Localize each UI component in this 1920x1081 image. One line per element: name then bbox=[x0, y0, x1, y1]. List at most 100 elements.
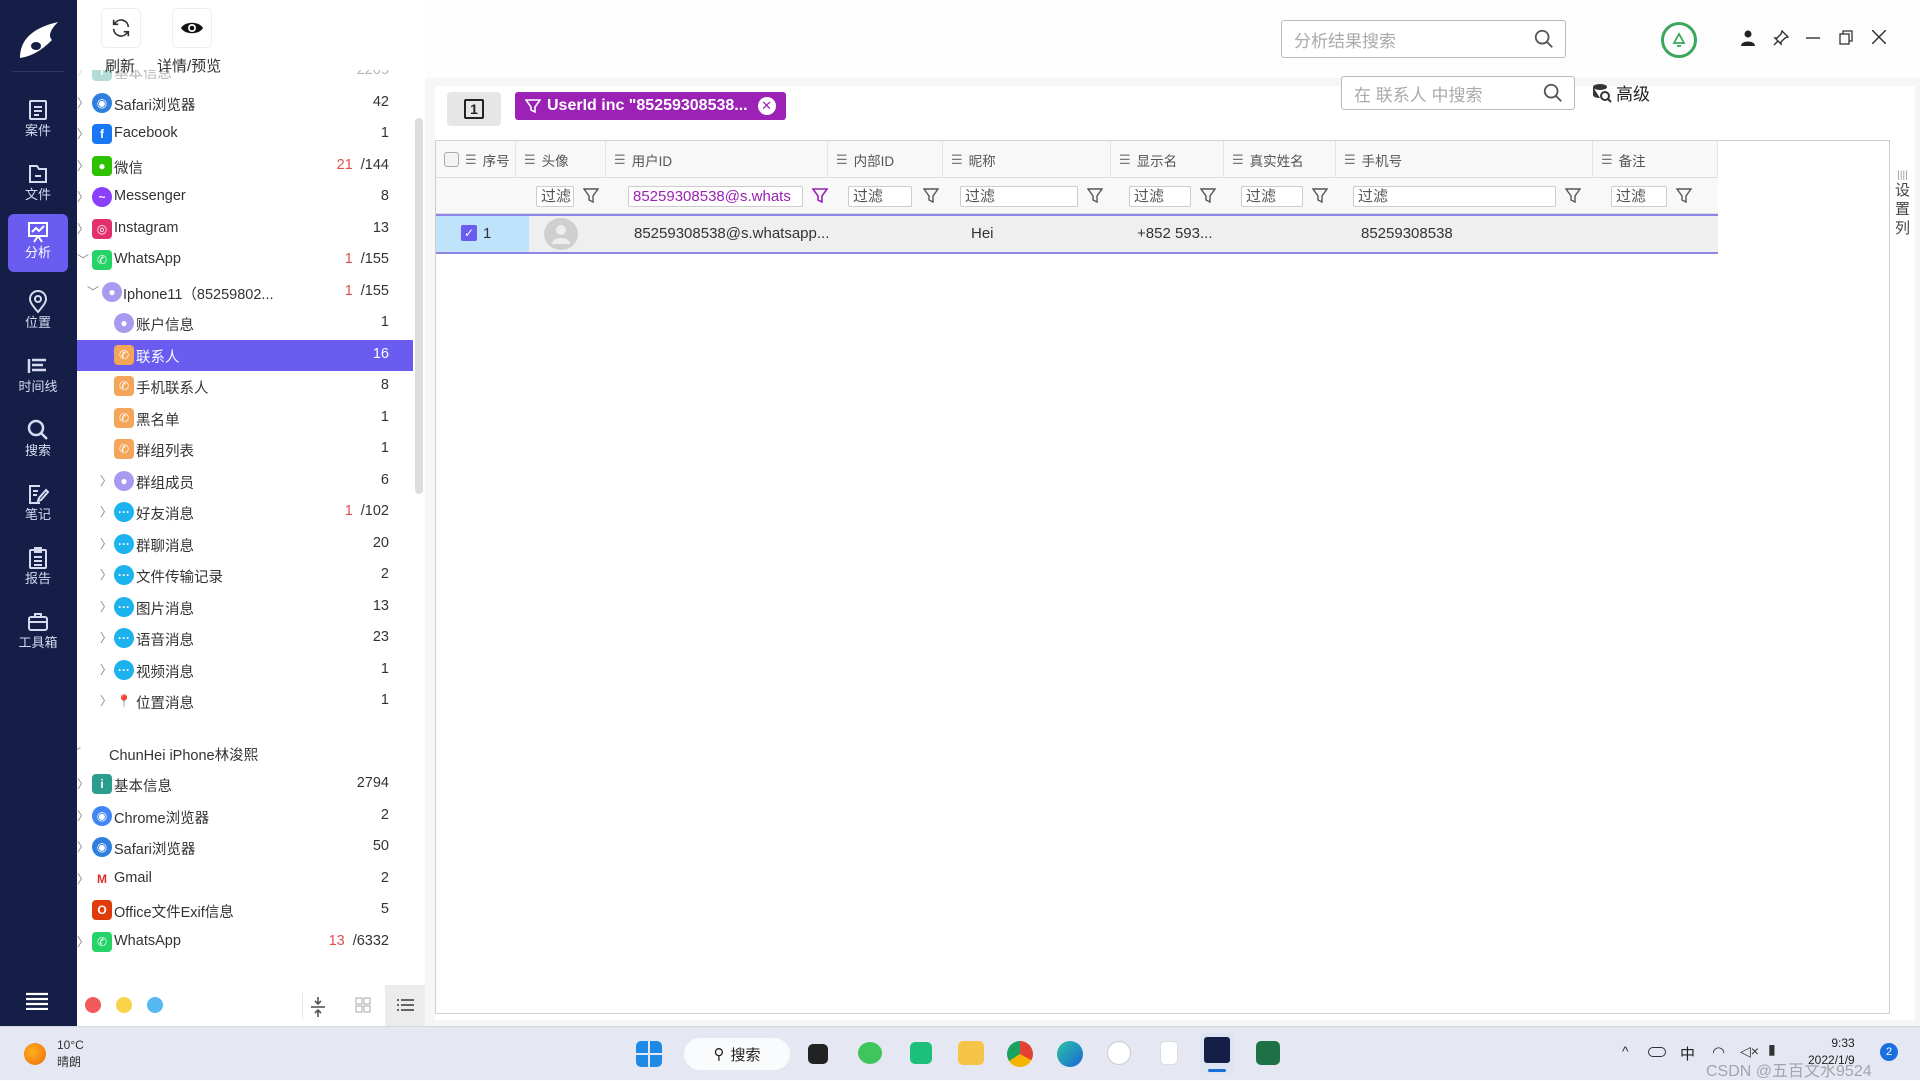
chevron-right-icon[interactable]: 〉 bbox=[100, 566, 112, 582]
chevron-right-icon[interactable]: 〉 bbox=[77, 157, 89, 173]
task-view-icon[interactable] bbox=[808, 1044, 828, 1064]
detail-preview-button[interactable] bbox=[172, 8, 212, 48]
pin-icon[interactable] bbox=[1773, 30, 1789, 46]
tree-item[interactable]: 〉 f Facebook 1 bbox=[77, 119, 413, 150]
tree-item[interactable]: ✆ 黑名单 1 bbox=[77, 403, 413, 434]
onedrive-icon[interactable] bbox=[1648, 1047, 1666, 1057]
chevron-right-icon[interactable]: 〉 bbox=[77, 933, 89, 949]
chevron-right-icon[interactable]: 〉 bbox=[77, 94, 89, 110]
nav-notes[interactable]: 笔记 bbox=[8, 476, 68, 536]
list-view-button[interactable] bbox=[385, 985, 425, 1026]
chevron-down-icon[interactable]: ﹀ bbox=[87, 283, 99, 299]
tree-item[interactable]: 〉 ◉ Chrome浏览器 2 bbox=[77, 801, 413, 832]
column-header-index[interactable]: ☰ 序号 bbox=[436, 141, 516, 178]
excel-taskbar-icon[interactable] bbox=[1256, 1041, 1280, 1065]
user-icon[interactable] bbox=[1741, 30, 1755, 46]
close-icon[interactable] bbox=[1872, 30, 1886, 44]
filter-icon[interactable] bbox=[1200, 187, 1216, 205]
display-name-filter-input[interactable]: 过滤 bbox=[1129, 186, 1191, 207]
tree-item[interactable]: 〉 ◉ Safari浏览器 50 bbox=[77, 832, 413, 863]
chevron-right-icon[interactable]: 〉 bbox=[77, 70, 89, 78]
power-icon[interactable]: ▮ bbox=[1768, 1041, 1776, 1058]
ime-indicator[interactable]: 中 bbox=[1680, 1043, 1695, 1064]
tree-item[interactable]: 〉 ✆ WhatsApp 13/6332 bbox=[77, 927, 413, 958]
nav-location[interactable]: 位置 bbox=[8, 284, 68, 344]
windows-start-icon[interactable] bbox=[636, 1041, 662, 1067]
tree-item[interactable]: 〉 ··· 视频消息 1 bbox=[77, 655, 413, 686]
active-filter-tag[interactable]: UserId inc "85259308538... ✕ bbox=[515, 92, 786, 120]
tree-item[interactable]: 〉 ··· 语音消息 23 bbox=[77, 623, 413, 654]
tree-item[interactable]: 〉 ◉ Safari浏览器 42 bbox=[77, 88, 413, 119]
chevron-right-icon[interactable]: 〉 bbox=[100, 598, 112, 614]
chevron-right-icon[interactable]: 〉 bbox=[77, 188, 89, 204]
select-all-checkbox[interactable] bbox=[444, 152, 459, 167]
yellow-dot[interactable] bbox=[116, 997, 132, 1013]
filter-icon[interactable] bbox=[583, 187, 599, 205]
restore-icon[interactable] bbox=[1839, 30, 1853, 45]
filter-icon[interactable] bbox=[1312, 187, 1328, 205]
wechat-taskbar-icon[interactable] bbox=[858, 1042, 882, 1064]
column-header-real-name[interactable]: ☰ 真实姓名 bbox=[1224, 141, 1336, 178]
tree-item[interactable]: ﹀ ✆ WhatsApp 1/155 bbox=[77, 245, 413, 276]
tree-item[interactable]: ✆ 手机联系人 8 bbox=[77, 371, 413, 402]
notification-badge[interactable]: 2 bbox=[1880, 1043, 1898, 1061]
filter-icon[interactable] bbox=[1565, 187, 1581, 205]
chevron-right-icon[interactable]: 〉 bbox=[100, 629, 112, 645]
tree-item[interactable]: 〉 ··· 好友消息 1/102 bbox=[77, 497, 413, 528]
red-dot[interactable] bbox=[85, 997, 101, 1013]
chevron-right-icon[interactable]: 〉 bbox=[100, 535, 112, 551]
taskbar-search-button[interactable]: ⚲ 搜索 bbox=[684, 1038, 790, 1070]
minimize-icon[interactable] bbox=[1806, 37, 1820, 39]
filter-icon-active[interactable] bbox=[812, 187, 828, 205]
tree-item[interactable]: 〉 i 基本信息 2794 bbox=[77, 769, 413, 800]
column-header-userid[interactable]: ☰ 用户ID bbox=[606, 141, 828, 178]
column-header-phone[interactable]: ☰ 手机号 bbox=[1336, 141, 1593, 178]
nav-case[interactable]: 案件 bbox=[8, 92, 68, 152]
device-node[interactable]: ﹀ ChunHei iPhone林浚熙 bbox=[77, 738, 413, 769]
column-header-note[interactable]: ☰ 备注 bbox=[1593, 141, 1718, 178]
chevron-right-icon[interactable]: 〉 bbox=[77, 807, 89, 823]
weather-widget[interactable]: 10°C 晴朗 bbox=[57, 1037, 84, 1071]
avatar-filter-input[interactable]: 过滤 bbox=[536, 186, 574, 207]
userid-filter-input[interactable]: 85259308538@s.whats bbox=[628, 186, 803, 207]
filter-icon[interactable] bbox=[1676, 187, 1692, 205]
chevron-right-icon[interactable]: 〉 bbox=[77, 838, 89, 854]
tree-scrollbar[interactable] bbox=[415, 118, 423, 494]
remove-filter-icon[interactable]: ✕ bbox=[757, 97, 776, 115]
nav-analysis[interactable]: 分析 bbox=[8, 214, 68, 272]
nav-file[interactable]: 文件 bbox=[8, 156, 68, 216]
nav-search[interactable]: 搜索 bbox=[8, 412, 68, 472]
grid-view-icon[interactable] bbox=[355, 997, 371, 1013]
weather-icon[interactable] bbox=[24, 1043, 46, 1065]
collapse-all-icon[interactable] bbox=[310, 997, 326, 1017]
phone-filter-input[interactable]: 过滤 bbox=[1353, 186, 1556, 207]
tree-item[interactable]: 〉 ··· 群聊消息 20 bbox=[77, 529, 413, 560]
tree-item[interactable]: 〉 ◎ Instagram 13 bbox=[77, 214, 413, 245]
column-header-avatar[interactable]: ☰ 头像 bbox=[516, 141, 606, 178]
tree-item[interactable]: 〉 ● 微信 21/144 bbox=[77, 151, 413, 182]
column-header-internal-id[interactable]: ☰ 内部ID bbox=[828, 141, 943, 178]
forensics-app-taskbar-button[interactable] bbox=[1200, 1033, 1234, 1073]
nav-toolbox[interactable]: 工具箱 bbox=[8, 604, 68, 664]
filter-icon[interactable] bbox=[923, 187, 939, 205]
advanced-search-button[interactable]: 高级 bbox=[1592, 80, 1650, 105]
chevron-right-icon[interactable]: 〉 bbox=[100, 503, 112, 519]
tree-item[interactable]: O Office文件Exif信息 5 bbox=[77, 895, 413, 926]
nav-report[interactable]: 报告 bbox=[8, 540, 68, 600]
chevron-right-icon[interactable]: 〉 bbox=[77, 125, 89, 141]
blue-dot[interactable] bbox=[147, 997, 163, 1013]
table-row[interactable]: ✓ 1 85259308538@s.whatsapp... Hei +852 5… bbox=[436, 214, 1718, 254]
tree-item[interactable]: 〉 ··· 图片消息 13 bbox=[77, 592, 413, 623]
tree-item[interactable]: ● 账户信息 1 bbox=[77, 308, 413, 339]
chrome-taskbar-icon[interactable] bbox=[1007, 1041, 1033, 1067]
nav-timeline[interactable]: 时间线 bbox=[8, 348, 68, 408]
tree-item[interactable]: 〉 ··· 文件传输记录 2 bbox=[77, 560, 413, 591]
tree-item[interactable]: 〉 ● 群组成员 6 bbox=[77, 466, 413, 497]
tray-overflow-icon[interactable]: ^ bbox=[1622, 1043, 1629, 1059]
chevron-right-icon[interactable]: 〉 bbox=[100, 661, 112, 677]
chevron-right-icon[interactable]: 〉 bbox=[77, 870, 89, 886]
tree-item[interactable]: 〉 M Gmail 2 bbox=[77, 864, 413, 895]
tree-item[interactable]: ✆ 群组列表 1 bbox=[77, 434, 413, 465]
status-indicator[interactable] bbox=[1661, 22, 1697, 58]
app-taskbar-icon[interactable] bbox=[1160, 1041, 1178, 1065]
